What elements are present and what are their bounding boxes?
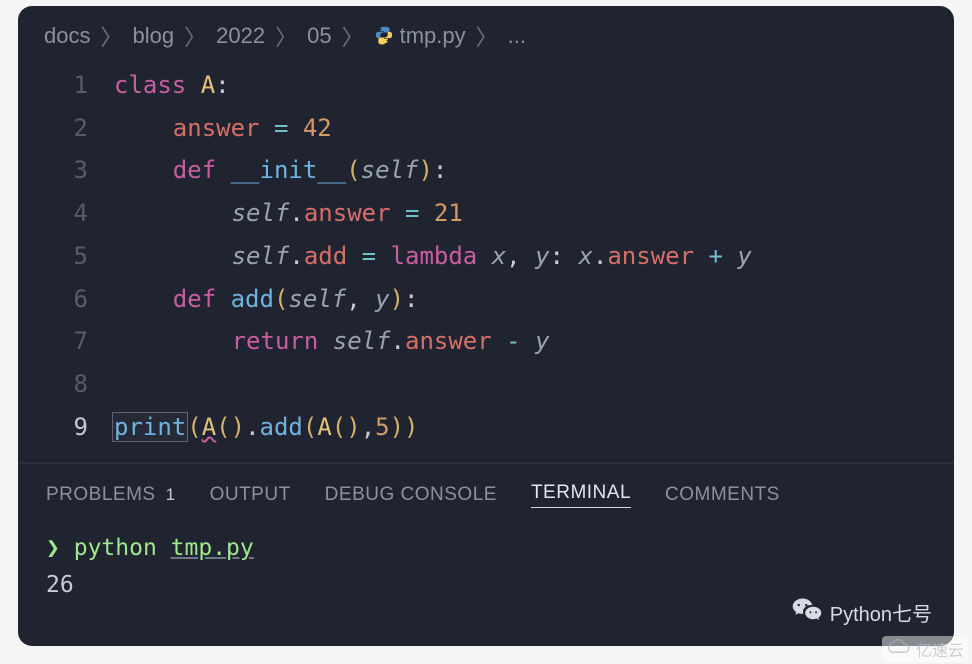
wechat-icon	[792, 596, 822, 628]
line-number: 2	[18, 107, 114, 150]
breadcrumb[interactable]: docs 〉 blog 〉 2022 〉 05 〉 tmp.py 〉 ...	[18, 6, 954, 60]
code-line[interactable]: return self.answer - y	[114, 320, 954, 363]
terminal-arg: tmp.py	[171, 535, 254, 561]
code-line[interactable]: class A:	[114, 64, 954, 107]
tab-debug-console[interactable]: DEBUG CONSOLE	[325, 482, 497, 508]
site-label: 亿速云	[916, 637, 964, 661]
site-watermark: 亿速云	[882, 636, 968, 662]
python-icon	[374, 23, 394, 49]
code-line[interactable]: def add(self, y):	[114, 278, 954, 321]
tab-label: DEBUG CONSOLE	[325, 484, 497, 506]
terminal-line: ❯ python tmp.py	[46, 530, 926, 567]
code-line[interactable]	[114, 363, 954, 406]
tab-problems[interactable]: PROBLEMS 1	[46, 482, 176, 508]
prompt-icon: ❯	[46, 535, 60, 561]
line-number: 3	[18, 149, 114, 192]
breadcrumb-file[interactable]: tmp.py	[400, 23, 466, 49]
breadcrumb-item[interactable]: 2022	[216, 23, 265, 49]
wechat-watermark: Python七号	[792, 596, 932, 628]
breadcrumb-item[interactable]: blog	[133, 23, 175, 49]
line-number: 4	[18, 192, 114, 235]
code-editor[interactable]: 1class A: 2 answer = 42 3 def __init__(s…	[18, 60, 954, 462]
code-line[interactable]: def __init__(self):	[114, 149, 954, 192]
line-number: 1	[18, 64, 114, 107]
code-line[interactable]: self.answer = 21	[114, 192, 954, 235]
breadcrumb-item[interactable]: 05	[307, 23, 331, 49]
tab-terminal[interactable]: TERMINAL	[531, 482, 631, 508]
terminal-command: python	[74, 535, 157, 561]
line-number: 9	[18, 406, 114, 449]
tab-label: PROBLEMS	[46, 484, 156, 506]
code-line[interactable]: print(A().add(A(),5))	[114, 406, 954, 449]
code-line[interactable]: answer = 42	[114, 107, 954, 150]
tab-comments[interactable]: COMMENTS	[665, 482, 780, 508]
editor-window: docs 〉 blog 〉 2022 〉 05 〉 tmp.py 〉 ... 1…	[18, 6, 954, 646]
chevron-right-icon: 〉	[275, 20, 297, 52]
chevron-right-icon: 〉	[100, 20, 122, 52]
tab-label: TERMINAL	[531, 482, 631, 504]
tab-label: COMMENTS	[665, 484, 780, 506]
line-number: 7	[18, 320, 114, 363]
breadcrumb-item[interactable]: docs	[44, 23, 90, 49]
line-number: 6	[18, 278, 114, 321]
line-number: 8	[18, 363, 114, 406]
tab-output[interactable]: OUTPUT	[210, 482, 291, 508]
panel-tabs: PROBLEMS 1 OUTPUT DEBUG CONSOLE TERMINAL…	[18, 464, 954, 518]
code-line[interactable]: self.add = lambda x, y: x.answer + y	[114, 235, 954, 278]
chevron-right-icon: 〉	[184, 20, 206, 52]
chevron-right-icon: 〉	[476, 20, 498, 52]
wechat-label: Python七号	[830, 598, 932, 627]
breadcrumb-more[interactable]: ...	[508, 23, 526, 49]
tab-label: OUTPUT	[210, 484, 291, 506]
line-number: 5	[18, 235, 114, 278]
cloud-icon	[886, 638, 912, 661]
chevron-right-icon: 〉	[342, 20, 364, 52]
problems-badge: 1	[166, 485, 176, 505]
